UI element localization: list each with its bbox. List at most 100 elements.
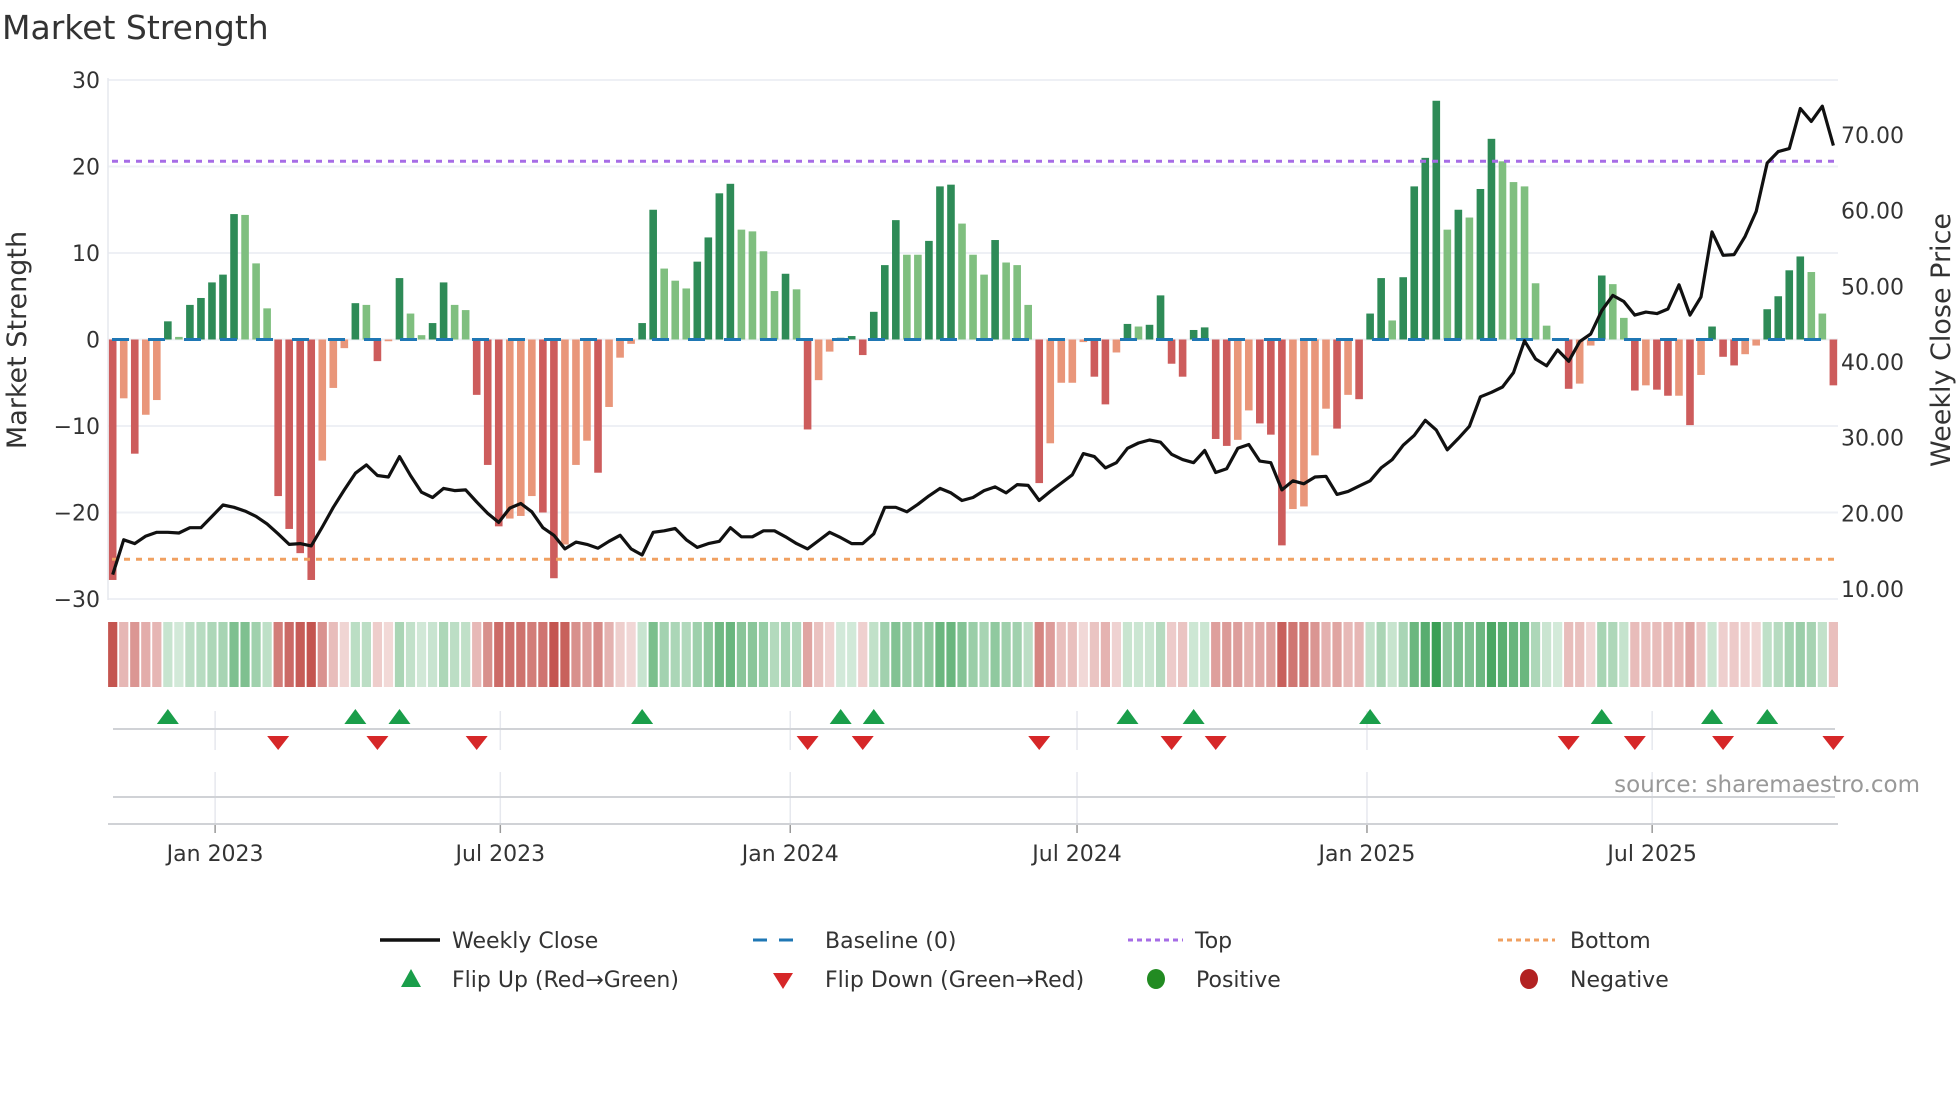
strip-cell [1729, 622, 1739, 687]
strength-bar [671, 280, 680, 340]
strength-bar [472, 339, 481, 395]
flip-up-marker [1590, 709, 1613, 724]
strength-bar [682, 288, 691, 340]
strip-cell [1255, 622, 1265, 687]
strength-bar [1090, 339, 1099, 377]
strength-bar [869, 311, 878, 340]
legend-bottom: Bottom [1570, 929, 1651, 954]
chart-title: Market Strength [2, 8, 269, 47]
strip-cell [714, 622, 724, 687]
strip-cell [836, 622, 846, 687]
flip-up-marker [156, 709, 179, 724]
strip-cell [1608, 622, 1618, 687]
strip-cell [725, 622, 735, 687]
strip-cell [1784, 622, 1794, 687]
y-axis-title-left: Market Strength [2, 231, 33, 449]
strip-cell [1497, 622, 1508, 687]
strip-cell [1133, 622, 1144, 687]
strength-bar [605, 339, 613, 407]
strength-bar [1454, 209, 1463, 340]
strength-bar [186, 304, 194, 340]
strip-cell [185, 622, 195, 687]
strength-bar [550, 339, 558, 579]
flip-up-marker [862, 709, 885, 724]
legend-baseline: Baseline (0) [825, 929, 956, 954]
strip-cell [141, 622, 151, 687]
y-tick-label-right: 70.00 [1841, 124, 1904, 149]
strip-cell [946, 622, 956, 687]
strength-bar [1476, 188, 1485, 340]
strength-bar [1344, 339, 1352, 395]
strength-bar [847, 336, 856, 340]
strip-cell [858, 622, 868, 687]
strip-cell [791, 622, 802, 687]
strength-bar [583, 339, 591, 441]
strength-bar [1024, 304, 1032, 340]
strength-bar [1013, 265, 1021, 340]
strip-cell [317, 622, 327, 687]
legend-positive: Positive [1196, 968, 1281, 993]
strip-cell [405, 622, 416, 687]
strength-bar [726, 183, 735, 340]
strength-bar [1388, 320, 1396, 340]
flip-down-marker [1160, 736, 1183, 750]
x-tick-label: Jul 2024 [1030, 842, 1122, 867]
strip-cell [847, 622, 857, 687]
strip-cell [758, 622, 769, 687]
strength-bar [329, 339, 338, 388]
strength-bar [1509, 182, 1518, 340]
x-tick-label: Jul 2025 [1605, 842, 1697, 867]
strength-bar [958, 223, 966, 340]
flip-down-marker [1623, 736, 1646, 750]
strength-bar [417, 335, 426, 340]
strip-cell [1486, 622, 1497, 687]
strip-cell [747, 622, 758, 687]
flip-up-marker [1701, 709, 1724, 724]
y-tick-label-left: 20 [72, 156, 100, 181]
strip-cell [769, 622, 780, 687]
strip-cell [372, 622, 383, 687]
strip-cell [494, 622, 504, 687]
strength-bar [770, 291, 779, 340]
y-tick-label-right: 30.00 [1841, 427, 1904, 452]
strength-bar [1167, 339, 1176, 364]
strip-cell [582, 622, 592, 687]
flip-up-marker [829, 709, 852, 724]
strip-cell [1288, 622, 1298, 687]
strip-cell [1178, 622, 1188, 687]
strength-bar [1432, 100, 1441, 340]
strength-bar [406, 313, 415, 340]
legend-negative-dot-icon [1520, 969, 1538, 989]
legend-flip-down: Flip Down (Green→Red) [825, 968, 1084, 993]
strip-cell [251, 622, 261, 687]
strength-bar [1278, 339, 1286, 546]
strip-cell [163, 622, 173, 687]
strip-cell [902, 622, 912, 687]
strip-cell [328, 622, 338, 687]
legend-top: Top [1194, 929, 1232, 954]
strip-cell [979, 622, 989, 687]
strip-cell [1233, 622, 1243, 687]
strip-cell [1012, 622, 1022, 687]
strength-bar [572, 339, 580, 465]
strip-cell [659, 622, 669, 687]
strength-bar [384, 339, 393, 342]
strip-cell [1056, 622, 1066, 687]
strength-bar [1333, 339, 1341, 429]
strip-cell [416, 622, 427, 687]
strength-bar [936, 186, 944, 340]
y-axis-title-right: Weekly Close Price [1926, 213, 1957, 467]
strength-bar [219, 274, 227, 340]
strip-cell [780, 622, 791, 687]
strength-bar [969, 254, 977, 340]
strip-cell [1817, 622, 1827, 687]
x-tick-label: Jan 2025 [1317, 842, 1416, 867]
strength-bar [153, 339, 161, 401]
strip-cell [1740, 622, 1750, 687]
strength-bar [439, 282, 448, 340]
legend-positive-dot-icon [1147, 969, 1165, 989]
strength-bar [1244, 339, 1253, 411]
strip-cell [1144, 622, 1155, 687]
strip-cell [1630, 622, 1640, 687]
strip-cell [637, 622, 647, 687]
